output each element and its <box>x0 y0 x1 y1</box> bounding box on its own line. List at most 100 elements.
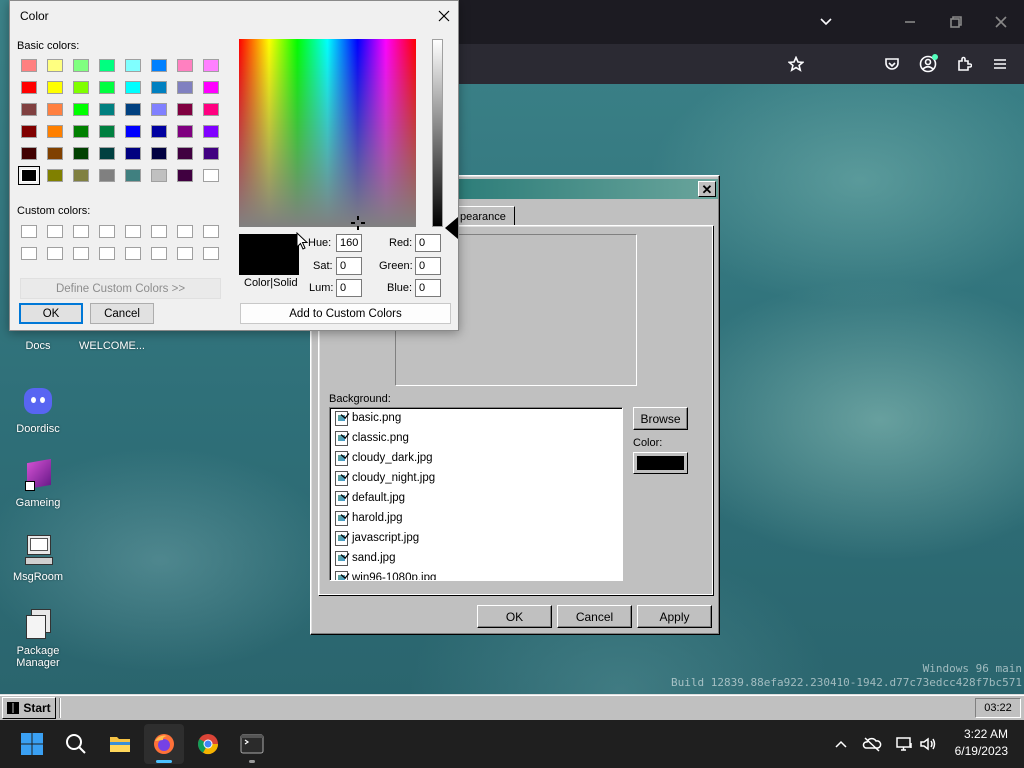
basic-color-swatch[interactable] <box>21 103 37 116</box>
hue-input[interactable]: 160 <box>336 234 362 252</box>
basic-color-swatch[interactable] <box>125 147 141 160</box>
desktop-icon-msgroom[interactable]: MsgRoom <box>0 533 76 583</box>
basic-color-swatch[interactable] <box>177 81 193 94</box>
onedrive-offline-button[interactable] <box>862 734 882 754</box>
blue-input[interactable]: 0 <box>415 279 441 297</box>
background-list-item[interactable]: basic.png <box>330 408 622 428</box>
custom-color-swatch[interactable] <box>47 225 63 238</box>
start-menu-button[interactable] <box>12 724 52 764</box>
pocket-button[interactable] <box>882 54 902 74</box>
basic-color-swatch[interactable] <box>47 81 63 94</box>
basic-color-swatch[interactable] <box>177 147 193 160</box>
background-list-item[interactable]: sand.jpg <box>330 548 622 568</box>
add-to-custom-colors-button[interactable]: Add to Custom Colors <box>240 303 451 324</box>
basic-color-swatch[interactable] <box>177 103 193 116</box>
basic-color-swatch[interactable] <box>47 169 63 182</box>
luminance-slider[interactable] <box>432 39 443 227</box>
custom-color-swatch[interactable] <box>203 247 219 260</box>
define-custom-colors-button[interactable]: Define Custom Colors >> <box>20 278 221 299</box>
basic-color-swatch[interactable] <box>177 125 193 138</box>
desktop-icon-package-manager[interactable]: Package Manager <box>0 607 76 669</box>
basic-color-swatch[interactable] <box>151 59 167 72</box>
basic-color-swatch[interactable] <box>47 59 63 72</box>
minimize-button[interactable] <box>900 12 920 32</box>
basic-color-swatch[interactable] <box>99 81 115 94</box>
luminance-arrow-icon[interactable] <box>445 217 458 239</box>
cancel-button[interactable]: Cancel <box>557 605 632 628</box>
custom-color-swatch[interactable] <box>73 225 89 238</box>
basic-color-swatch[interactable] <box>73 59 89 72</box>
list-all-tabs-button[interactable] <box>816 12 836 32</box>
basic-color-swatch[interactable] <box>21 81 37 94</box>
basic-color-swatch[interactable] <box>21 147 37 160</box>
close-button[interactable] <box>433 5 455 27</box>
background-list-item[interactable]: cloudy_night.jpg <box>330 468 622 488</box>
restore-button[interactable] <box>946 12 966 32</box>
custom-color-swatch[interactable] <box>21 247 37 260</box>
show-hidden-icons-button[interactable] <box>831 734 851 754</box>
basic-color-swatch[interactable] <box>99 103 115 116</box>
basic-color-swatch[interactable] <box>73 125 89 138</box>
basic-color-swatch[interactable] <box>99 125 115 138</box>
search-button[interactable] <box>56 724 96 764</box>
basic-color-swatch[interactable] <box>203 103 219 116</box>
basic-color-swatch[interactable] <box>203 125 219 138</box>
basic-color-swatch[interactable] <box>177 169 193 182</box>
basic-color-swatch[interactable] <box>99 147 115 160</box>
start-button[interactable]: Start <box>2 697 56 719</box>
browse-button[interactable]: Browse <box>633 407 688 430</box>
app-menu-button[interactable] <box>990 54 1010 74</box>
custom-color-swatch[interactable] <box>151 247 167 260</box>
basic-color-swatch[interactable] <box>18 166 40 185</box>
apply-button[interactable]: Apply <box>637 605 712 628</box>
terminal-button[interactable] <box>232 724 272 764</box>
basic-color-swatch[interactable] <box>73 103 89 116</box>
basic-color-swatch[interactable] <box>125 125 141 138</box>
network-button[interactable] <box>894 734 914 754</box>
custom-color-swatch[interactable] <box>151 225 167 238</box>
basic-color-swatch[interactable] <box>21 59 37 72</box>
basic-color-swatch[interactable] <box>203 81 219 94</box>
basic-color-swatch[interactable] <box>125 169 141 182</box>
system-clock[interactable]: 3:22 AM 6/19/2023 <box>955 726 1008 760</box>
basic-color-swatch[interactable] <box>47 125 63 138</box>
ok-button[interactable]: OK <box>19 303 83 324</box>
bookmark-star-button[interactable] <box>786 54 806 74</box>
basic-color-swatch[interactable] <box>21 125 37 138</box>
basic-color-swatch[interactable] <box>73 169 89 182</box>
extensions-button[interactable] <box>954 54 974 74</box>
basic-color-swatch[interactable] <box>151 147 167 160</box>
firefox-button[interactable] <box>144 724 184 764</box>
background-list-item[interactable]: default.jpg <box>330 488 622 508</box>
basic-color-swatch[interactable] <box>203 147 219 160</box>
desktop-icon-doordisc[interactable]: Doordisc <box>0 385 76 435</box>
chrome-button[interactable] <box>188 724 228 764</box>
background-list-item[interactable]: win96-1080p.jpg <box>330 568 622 580</box>
custom-color-swatch[interactable] <box>21 225 37 238</box>
custom-color-swatch[interactable] <box>125 225 141 238</box>
background-list[interactable]: basic.png classic.png cloudy_dark.jpg cloud… <box>329 407 623 581</box>
cancel-button[interactable]: Cancel <box>90 303 154 324</box>
custom-color-swatch[interactable] <box>203 225 219 238</box>
basic-color-swatch[interactable] <box>177 59 193 72</box>
background-list-item[interactable]: javascript.jpg <box>330 528 622 548</box>
custom-color-swatch[interactable] <box>177 247 193 260</box>
custom-color-swatch[interactable] <box>99 247 115 260</box>
lum-input[interactable]: 0 <box>336 279 362 297</box>
file-explorer-button[interactable] <box>100 724 140 764</box>
window-titlebar[interactable]: ✕ <box>457 179 718 199</box>
close-button[interactable]: ✕ <box>698 181 716 197</box>
background-list-item[interactable]: classic.png <box>330 428 622 448</box>
basic-color-swatch[interactable] <box>99 59 115 72</box>
basic-color-swatch[interactable] <box>47 147 63 160</box>
background-list-item[interactable]: cloudy_dark.jpg <box>330 448 622 468</box>
basic-color-swatch[interactable] <box>73 81 89 94</box>
basic-color-swatch[interactable] <box>125 103 141 116</box>
basic-color-swatch[interactable] <box>151 125 167 138</box>
basic-color-swatch[interactable] <box>203 169 219 182</box>
color-spectrum[interactable] <box>239 39 416 230</box>
green-input[interactable]: 0 <box>415 257 441 275</box>
basic-color-swatch[interactable] <box>151 103 167 116</box>
basic-color-swatch[interactable] <box>125 59 141 72</box>
custom-color-swatch[interactable] <box>73 247 89 260</box>
